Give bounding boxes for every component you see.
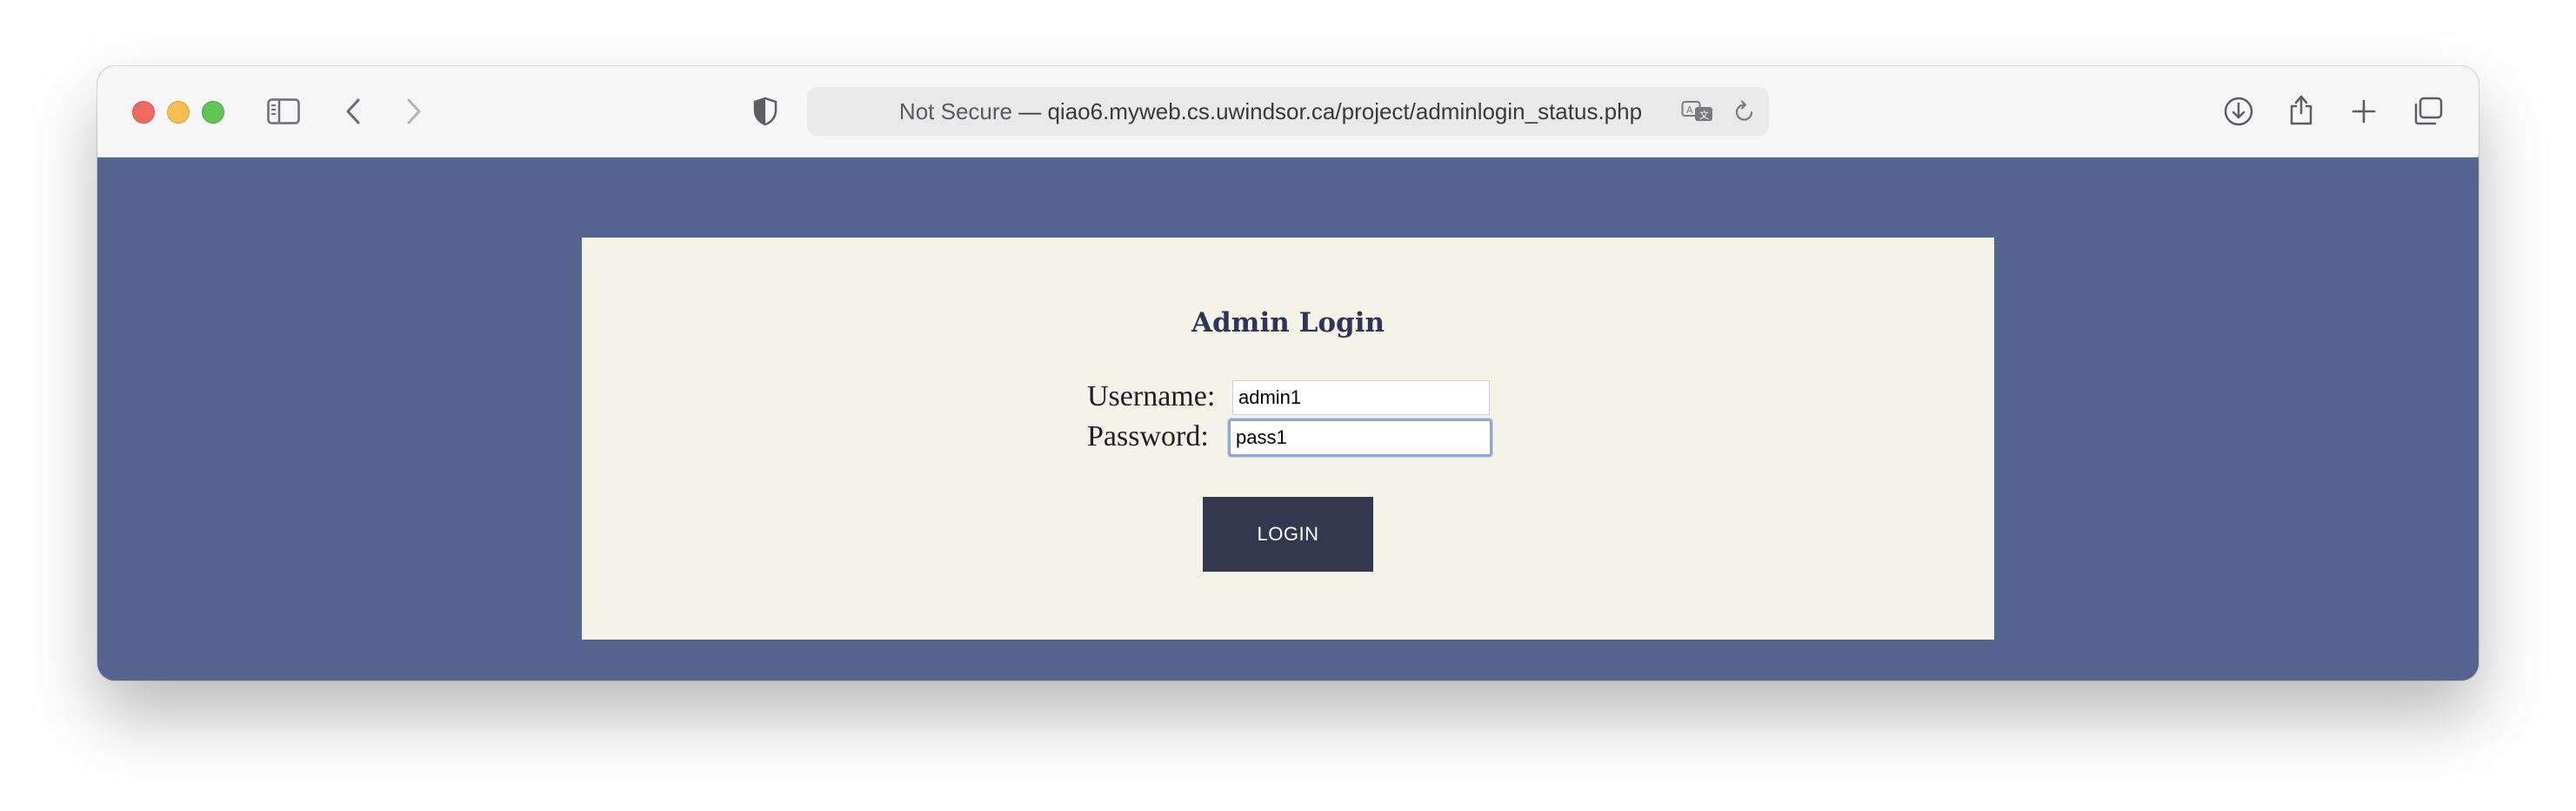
reload-icon[interactable] (1724, 90, 1765, 132)
url-value: qiao6.myweb.cs.uwindsor.ca/project/admin… (1047, 98, 1643, 124)
svg-text:A: A (1686, 104, 1693, 116)
password-field[interactable]: pass1 (1228, 419, 1492, 457)
back-chevron-icon[interactable] (332, 90, 374, 132)
login-button[interactable]: LOGIN (1203, 497, 1373, 572)
browser-window: Not Secure — qiao6.myweb.cs.uwindsor.ca/… (97, 66, 2479, 680)
password-label: Password: (1087, 420, 1209, 452)
minimize-window-button[interactable] (167, 101, 190, 124)
username-label: Username: (1087, 380, 1216, 412)
close-window-button[interactable] (132, 101, 155, 124)
maximize-window-button[interactable] (202, 101, 224, 124)
new-tab-plus-icon[interactable] (2343, 90, 2385, 132)
login-panel: Admin Login Username: admin1 Password: p… (582, 238, 1994, 640)
page-title: Admin Login (1191, 307, 1385, 338)
url-separator: — (1012, 98, 1048, 124)
page-viewport: Admin Login Username: admin1 Password: p… (97, 158, 2479, 680)
url-text: Not Secure — qiao6.myweb.cs.uwindsor.ca/… (807, 87, 1769, 136)
sidebar-toggle-icon[interactable] (263, 90, 304, 132)
tab-overview-icon[interactable] (2407, 90, 2449, 132)
address-bar[interactable]: Not Secure — qiao6.myweb.cs.uwindsor.ca/… (807, 87, 1769, 136)
downloads-icon[interactable] (2218, 90, 2259, 132)
share-icon[interactable] (2280, 89, 2322, 131)
translate-icon[interactable]: A 文 (1677, 90, 1718, 132)
forward-chevron-icon[interactable] (393, 90, 435, 132)
privacy-shield-icon[interactable] (744, 90, 786, 132)
username-field[interactable]: admin1 (1232, 380, 1490, 415)
security-label: Not Secure (898, 98, 1012, 124)
svg-text:文: 文 (1699, 109, 1709, 121)
browser-toolbar: Not Secure — qiao6.myweb.cs.uwindsor.ca/… (97, 66, 2479, 158)
